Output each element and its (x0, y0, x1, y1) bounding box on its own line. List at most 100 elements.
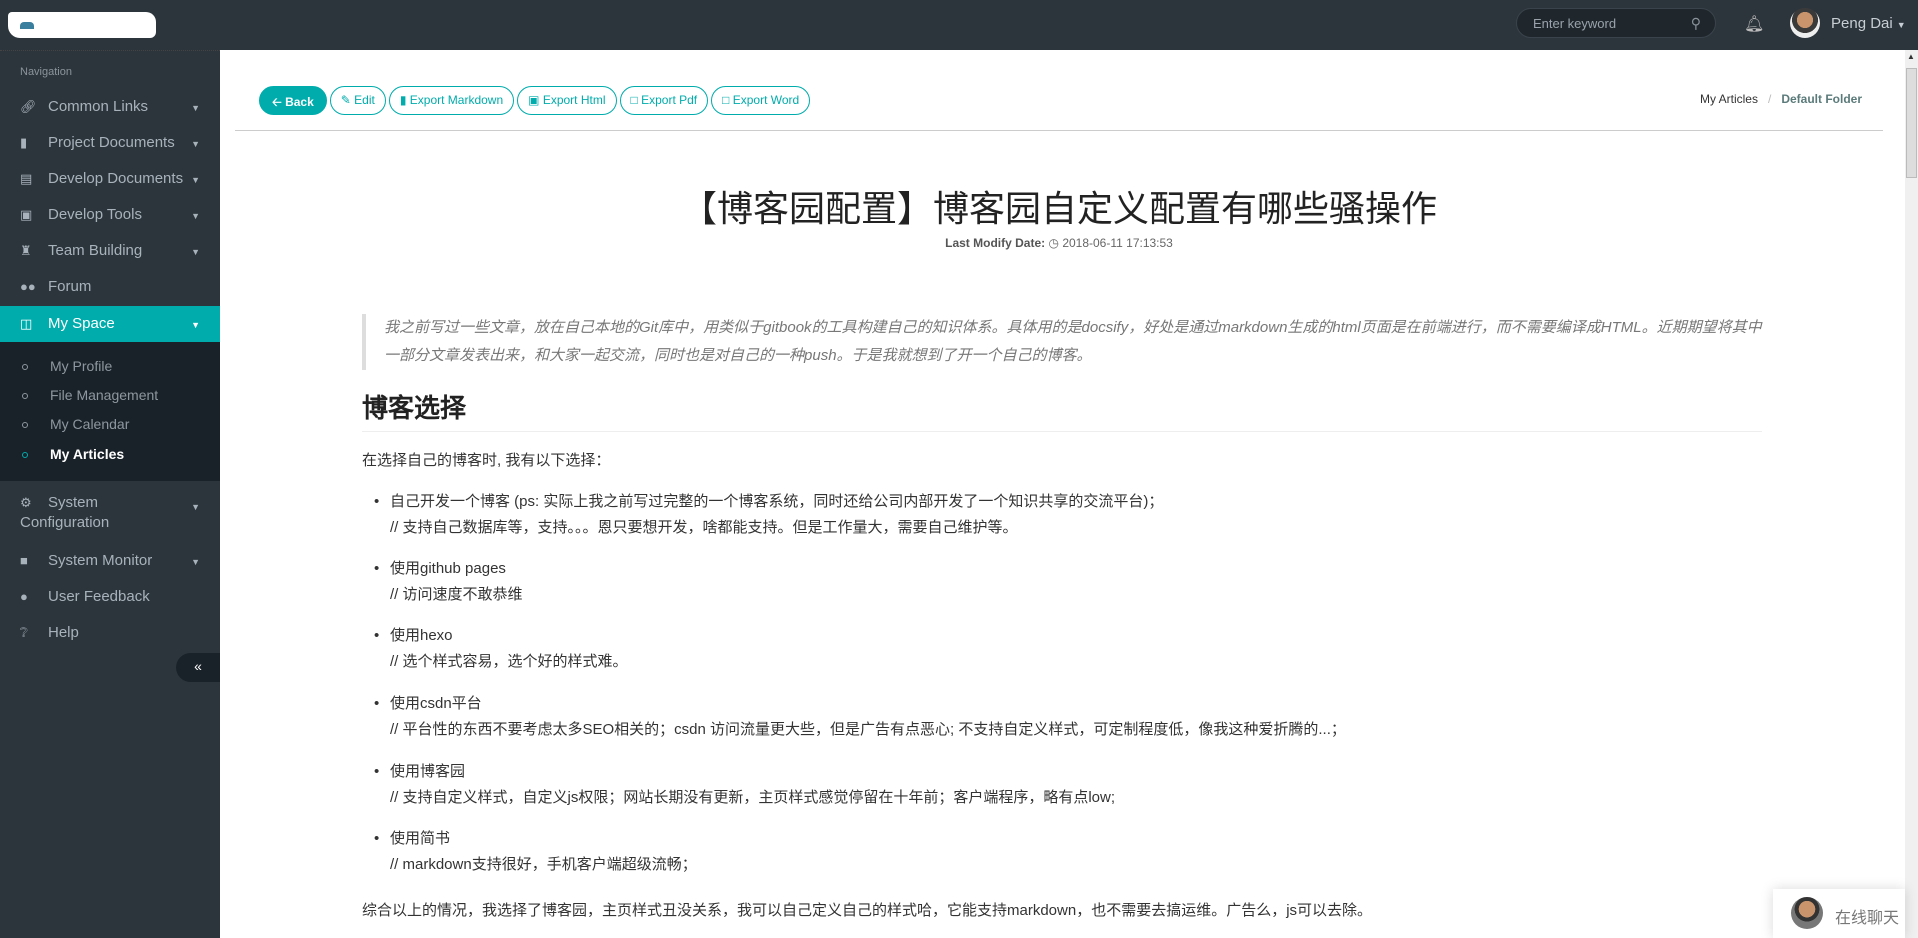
sidebar-item-my-space[interactable]: ◫My Space▼ (0, 306, 220, 342)
edit-button[interactable]: ✎ Edit (330, 86, 386, 115)
logo-mark (20, 22, 34, 29)
user-menu[interactable]: Peng Dai ▼ (1831, 15, 1906, 32)
option-note: // 支持自定义样式，自定义js权限；网站长期没有更新，主页样式感觉停留在十年前… (390, 785, 1115, 811)
export-html-button[interactable]: ▣ Export Html (517, 86, 616, 115)
option-title: 自己开发一个博客 (ps: 实际上我之前写过完整的一个博客系统，同时还给公司内部… (390, 489, 1163, 515)
edit-icon: ✎ (341, 93, 354, 107)
breadcrumb-default-folder: Default Folder (1781, 92, 1862, 106)
sidebar-item-team-building[interactable]: ♜Team Building▼ (0, 233, 220, 269)
user-name: Peng Dai (1831, 15, 1893, 32)
avatar[interactable] (1790, 8, 1820, 38)
label: My Calendar (50, 416, 129, 432)
option-title: 使用博客园 (390, 759, 1115, 785)
caret-down-icon: ▼ (191, 103, 200, 113)
intro-paragraph: 在选择自己的博客时, 我有以下选择： (362, 449, 610, 470)
option-title: 使用github pages (390, 556, 523, 582)
sidebar-item-develop-documents[interactable]: ▤Develop Documents▼ (0, 161, 220, 197)
bullet: • (374, 826, 379, 852)
export-markdown-button[interactable]: ▮ Export Markdown (389, 86, 514, 115)
scroll-up-icon[interactable]: ▲ (1907, 52, 1915, 61)
collapse-sidebar-button[interactable]: « (176, 653, 220, 682)
bullet: • (374, 759, 379, 785)
submenu-file-management[interactable]: File Management (22, 387, 158, 403)
article-toolbar: 🡠 Back ✎ Edit ▮ Export Markdown ▣ Export… (259, 86, 810, 115)
sidebar-item-system-monitor[interactable]: ■System Monitor▼ (0, 543, 220, 579)
list-item: •使用hexo// 选个样式容易，选个好的样式难。 (390, 623, 628, 675)
submenu-my-profile[interactable]: My Profile (22, 358, 112, 374)
pdf-icon: □ (631, 93, 642, 107)
label: Help (48, 624, 79, 641)
online-chat-widget[interactable]: 在线聊天 (1773, 889, 1905, 938)
bullet: • (374, 556, 379, 582)
sidebar-item-project-documents[interactable]: ▮Project Documents▼ (0, 125, 220, 161)
label: Develop Documents (48, 170, 183, 187)
bullet: • (374, 489, 379, 515)
label: File Management (50, 387, 158, 403)
caret-down-icon: ▼ (191, 497, 200, 517)
export-word-button[interactable]: □ Export Word (711, 86, 810, 115)
chat-avatar (1791, 897, 1823, 929)
bullet: • (374, 691, 379, 717)
list-item: •使用csdn平台// 平台性的东西不要考虑太多SEO相关的；csdn 访问流量… (390, 691, 1346, 743)
my-space-submenu: My Profile File Management My Calendar M… (0, 342, 220, 481)
article-panel: 🡠 Back ✎ Edit ▮ Export Markdown ▣ Export… (220, 50, 1905, 938)
label: Export Pdf (641, 93, 697, 107)
breadcrumb-my-articles[interactable]: My Articles (1700, 92, 1758, 106)
label: Export Html (543, 93, 606, 107)
bell-icon[interactable]: 🔔︎ (1744, 14, 1764, 34)
label: Back (285, 95, 314, 109)
option-note: // markdown支持很好，手机客户端超级流畅； (390, 852, 697, 878)
option-note: // 支持自己数据库等，支持。。。恩只要想开发，啥都能支持。但是工作量大，需要自… (390, 515, 1163, 541)
users-icon: ●● (20, 279, 48, 294)
sidebar-item-forum[interactable]: ●●Forum (0, 269, 220, 305)
divider (235, 130, 1883, 131)
sidebar-item-develop-tools[interactable]: ▣Develop Tools▼ (0, 197, 220, 233)
caret-down-icon: ▼ (191, 139, 200, 149)
option-note: // 平台性的东西不要考虑太多SEO相关的；csdn 访问流量更大些，但是广告有… (390, 717, 1346, 743)
nav-heading: Navigation (20, 66, 72, 78)
label: My Articles (50, 446, 124, 462)
video-icon: ■ (20, 553, 48, 568)
back-button[interactable]: 🡠 Back (259, 86, 327, 115)
sidebar-item-common-links[interactable]: 🔗︎Common Links▼ (0, 89, 220, 125)
sidebar-item-system-configuration[interactable]: ⚙System Configuration▼ (0, 488, 180, 538)
bullet: • (374, 623, 379, 649)
arrow-left-icon: 🡠 (272, 95, 285, 109)
logo[interactable] (8, 12, 156, 38)
label: System Monitor (48, 552, 152, 569)
circle-icon (22, 422, 28, 428)
html5-icon: ▣ (528, 93, 543, 107)
caret-down-icon: ▼ (1897, 20, 1906, 30)
meta-date: 2018-06-11 17:13:53 (1062, 236, 1173, 250)
section-heading: 博客选择 (362, 388, 1762, 432)
label: My Space (48, 315, 115, 332)
list-item: •使用简书// markdown支持很好，手机客户端超级流畅； (390, 826, 697, 878)
export-pdf-button[interactable]: □ Export Pdf (620, 86, 709, 115)
sidebar-item-help[interactable]: ❔︎Help (0, 615, 220, 651)
search-icon[interactable]: ⚲ (1691, 15, 1701, 32)
scrollbar[interactable]: ▲ (1905, 50, 1918, 938)
option-title: 使用csdn平台 (390, 691, 1346, 717)
article-meta: Last Modify Date: ◷ 2018-06-11 17:13:53 (220, 236, 1898, 250)
sidebar: Navigation 🔗︎Common Links▼ ▮Project Docu… (0, 50, 220, 938)
gear-icon: ⚙ (20, 493, 48, 513)
option-note: // 访问速度不敢恭维 (390, 582, 523, 608)
chat-label: 在线聊天 (1835, 904, 1899, 928)
caret-down-icon: ▼ (191, 211, 200, 221)
sidebar-item-user-feedback[interactable]: ●User Feedback (0, 579, 220, 615)
comment-icon: ● (20, 589, 48, 604)
list-item: •使用github pages// 访问速度不敢恭维 (390, 556, 523, 608)
castle-icon: ♜ (20, 243, 48, 259)
question-icon: ❔︎ (20, 625, 48, 641)
label: Export Word (733, 93, 799, 107)
search-input[interactable]: Enter keyword⚲ (1516, 8, 1716, 38)
word-icon: □ (722, 93, 733, 107)
file-icon: ▮ (400, 93, 410, 107)
submenu-my-articles[interactable]: My Articles (22, 446, 124, 462)
list-item: •自己开发一个博客 (ps: 实际上我之前写过完整的一个博客系统，同时还给公司内… (390, 489, 1163, 541)
scrollbar-thumb[interactable] (1906, 68, 1917, 178)
label: Common Links (48, 98, 148, 115)
article-title: 【博客园配置】博客园自定义配置有哪些骚操作 (220, 180, 1898, 232)
label: Project Documents (48, 134, 175, 151)
submenu-my-calendar[interactable]: My Calendar (22, 416, 129, 432)
